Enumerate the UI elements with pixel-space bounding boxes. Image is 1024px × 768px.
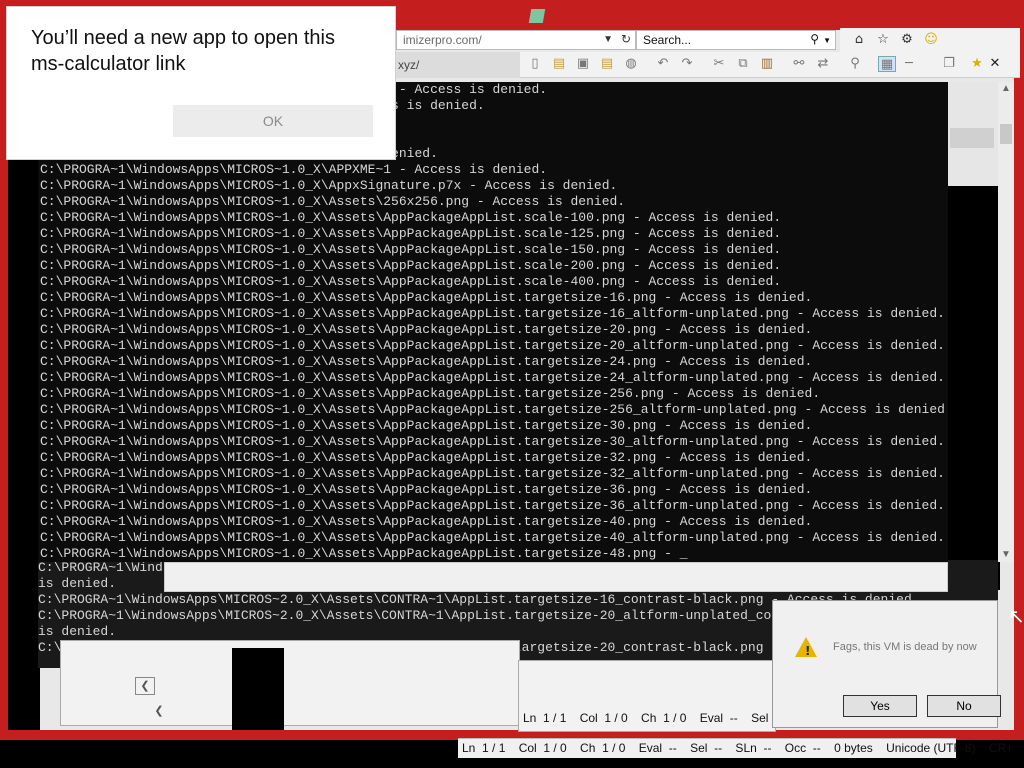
save-all-icon[interactable]: ▤ bbox=[598, 56, 616, 72]
console-line: C:\PROGRA~1\WindowsApps\MICROS~1.0_X\Ass… bbox=[40, 194, 626, 209]
console-line: C:\PROGRA~1\WindowsApps\MICROS~1.0_X\Ass… bbox=[40, 546, 680, 561]
console-line: C:\PROGRA~1\WindowsApps\MICROS~1.0_X\Ass… bbox=[40, 274, 782, 289]
favorites-icon[interactable]: ☆ bbox=[874, 32, 892, 48]
redo-icon[interactable]: ↷ bbox=[678, 56, 696, 72]
zoom-icon[interactable]: ⚲ bbox=[846, 56, 864, 72]
dropdown-icon[interactable]: ▼ bbox=[823, 34, 831, 48]
browser-titlebar bbox=[520, 6, 1020, 30]
ok-button[interactable]: OK bbox=[173, 105, 373, 137]
close-icon[interactable]: ✕ bbox=[986, 56, 1004, 72]
status-bar-text: Ln 1 / 1 Col 1 / 0 Ch 1 / 0 Eval -- Sel … bbox=[462, 741, 1014, 755]
console-line: C:\PROGRA~1\WindowsApps\MICROS~1.0_X\Ass… bbox=[40, 450, 813, 465]
app-icon bbox=[528, 9, 546, 23]
cut-icon[interactable]: ✂ bbox=[710, 56, 728, 72]
side-panel bbox=[948, 82, 998, 186]
panel-button[interactable] bbox=[950, 128, 994, 148]
console-line: C:\PROGRA~1\WindowsApps\MICROS~1.0_X\App… bbox=[40, 178, 618, 193]
new-file-icon[interactable]: ▯ bbox=[526, 56, 544, 72]
undo-icon[interactable]: ↶ bbox=[654, 56, 672, 72]
console-line: C:\PROGRA~1\WindowsApps\MICROS~1.0_X\Ass… bbox=[40, 354, 813, 369]
search-icon[interactable]: ⚲ bbox=[810, 32, 819, 46]
vm-dialog: ! Fags, this VM is dead by now Yes No bbox=[772, 600, 1001, 728]
console-line: C:\PROGRA~1\WindowsApps\MICROS~1.0_X\Ass… bbox=[40, 498, 945, 513]
console-left-edge bbox=[8, 160, 40, 730]
replace-icon[interactable]: ⇄ bbox=[814, 56, 832, 72]
desktop: ▁ ❐ ▁ ❐ ✕ imizerpro.com/ ▼ ↻ Search... ⚲… bbox=[0, 0, 1024, 768]
paste-icon[interactable]: ▥ bbox=[758, 56, 776, 72]
console-line: C:\PROGRA~1\WindowsApps\MICROS~1.0_X\Ass… bbox=[40, 386, 821, 401]
refresh-icon[interactable]: ↻ bbox=[621, 32, 631, 46]
find-icon[interactable]: ⚯ bbox=[790, 56, 808, 72]
console-line: is denied. bbox=[38, 576, 117, 591]
console-line: C:\PROGRA~1\WindowsApps\MICROS~1.0_X\Ass… bbox=[40, 258, 782, 273]
scroll-down-icon[interactable]: ▼ bbox=[998, 548, 1014, 562]
text-cursor: _ bbox=[679, 546, 688, 561]
black-panel bbox=[232, 648, 284, 730]
vm-dialog-message: Fags, this VM is dead by now bbox=[833, 641, 977, 653]
console-line: C:\PROGRA~1\WindowsApps\MICROS~1.0_X\Ass… bbox=[40, 418, 813, 433]
console-line: C:\PROGRA~1\WindowsApps\MICROS~1.0_X\Ass… bbox=[40, 226, 782, 241]
gear-icon[interactable]: ⚙ bbox=[898, 32, 916, 48]
scrollbar-thumb[interactable] bbox=[1000, 124, 1012, 144]
console-line: C:\PROGRA~1\WindowsApps\MICROS~1.0_X\Ass… bbox=[40, 338, 945, 353]
console-line: C:\PROGRA~1\WindowsApps\MICROS~1.0_X\Ass… bbox=[40, 530, 945, 545]
tab-label[interactable]: xyz/ bbox=[398, 58, 419, 72]
console-line: C:\PROGRA~1\WindowsApps\MICROS~1.0_X\Ass… bbox=[40, 322, 813, 337]
open-folder-icon[interactable]: ▤ bbox=[550, 56, 568, 72]
dropdown-icon[interactable]: ▼ bbox=[603, 33, 613, 47]
mouse-cursor-icon: ↖ bbox=[1008, 604, 1024, 628]
vertical-scrollbar[interactable]: ▲ ▼ bbox=[998, 82, 1014, 562]
console-line: C:\PROGRA~1\WindowsApps\MICROS~1.0_X\Ass… bbox=[40, 466, 945, 481]
restore-icon[interactable]: ❐ bbox=[940, 56, 958, 72]
console-line: C:\PROGRA~1\WindowsApps\MICROS~1.0_X\Ass… bbox=[40, 402, 948, 417]
view-icon[interactable]: ▦ bbox=[878, 56, 896, 72]
console-line: C:\PROGRA~1\WindowsApps\MICROS~1.0_X\Ass… bbox=[40, 482, 813, 497]
address-text: imizerpro.com/ bbox=[403, 33, 482, 47]
console-line: is denied. bbox=[38, 624, 117, 639]
console-input-bar[interactable] bbox=[164, 562, 948, 592]
yes-button[interactable]: Yes bbox=[843, 695, 917, 717]
copy-icon[interactable]: ⧉ bbox=[734, 56, 752, 72]
address-bar[interactable]: imizerpro.com/ ▼ ↻ bbox=[396, 30, 636, 50]
open-app-dialog: You’ll need a new app to open this ms-ca… bbox=[6, 6, 396, 160]
editor-window: ❮ ❮ bbox=[60, 640, 520, 726]
console-line: C:\PROGRA~1\WindowsApps\MICROS~1.0_X\Ass… bbox=[40, 306, 945, 321]
console-line: C:\PROGRA~1\WindowsApps\MICROS~1.0_X\Ass… bbox=[40, 290, 813, 305]
tab-strip: xyz/ bbox=[396, 52, 520, 78]
scroll-left-icon[interactable]: ❮ bbox=[135, 677, 155, 695]
smiley-icon[interactable]: ☺ bbox=[922, 32, 940, 48]
dialog-message: You’ll need a new app to open this ms-ca… bbox=[31, 27, 335, 75]
scroll-up-icon[interactable]: ▲ bbox=[998, 82, 1014, 96]
browser-nav-icons: ⌂ ☆ ⚙ ☺ bbox=[840, 28, 1020, 52]
save-icon[interactable]: ▣ bbox=[574, 56, 592, 72]
search-placeholder: Search... bbox=[643, 33, 692, 47]
console-line: C:\PROGRA~1\WindowsApps\MICROS~1.0_X\Ass… bbox=[40, 242, 782, 257]
search-input[interactable]: Search... ⚲ ▼ bbox=[636, 30, 836, 50]
editor-window: Ln 1 / 1 Col 1 / 0 Ch 1 / 0 Eval -- Sel … bbox=[518, 660, 783, 732]
console-right-edge bbox=[948, 185, 1000, 590]
print-icon[interactable]: ◍ bbox=[622, 56, 640, 72]
scroll-left-icon[interactable]: ❮ bbox=[149, 703, 169, 721]
editor-status-bar: Ln 1 / 1 Col 1 / 0 Ch 1 / 0 Eval -- Sel … bbox=[523, 711, 784, 725]
home-icon[interactable]: ⌂ bbox=[850, 32, 868, 48]
status-bar: Ln 1 / 1 Col 1 / 0 Ch 1 / 0 Eval -- Sel … bbox=[458, 738, 1013, 758]
warning-exclamation: ! bbox=[805, 644, 811, 658]
no-button[interactable]: No bbox=[927, 695, 1001, 717]
console-line: C:\PROGRA~1\WindowsApps\MICROS~1.0_X\Ass… bbox=[40, 514, 813, 529]
console-line: C:\PROGRA~1\WindowsApps\MICROS~1.0_X\Ass… bbox=[40, 370, 945, 385]
console-line: C:\PROGRA~1\WindowsApps\MICROS~1.0_X\Ass… bbox=[40, 434, 945, 449]
minimize-icon[interactable]: ─ bbox=[900, 56, 918, 72]
console-line: C:\PROGRA~1\WindowsApps\MICROS~1.0_X\APP… bbox=[40, 162, 548, 177]
favorites-icon[interactable]: ★ bbox=[968, 56, 986, 72]
console-line: C:\PROGRA~1\WindowsApps\MICROS~1.0_X\Ass… bbox=[40, 210, 782, 225]
editor-toolbar: ▯ ▤ ▣ ▤ ◍ ↶ ↷ ✂ ⧉ ▥ ⚯ ⇄ ⚲ ▦ ─ ❐ ★ ✕ bbox=[520, 52, 1020, 78]
